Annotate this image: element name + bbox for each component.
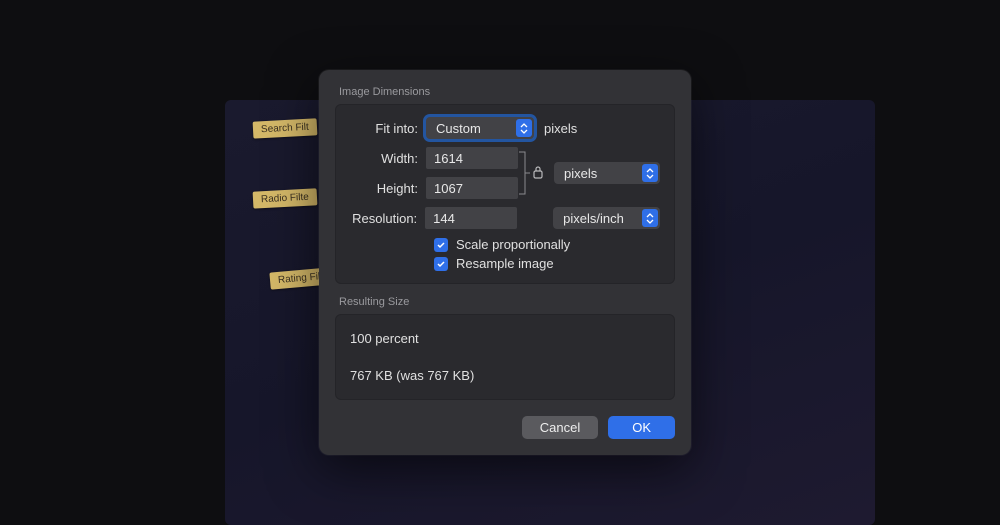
resolution-row: Resolution: pixels/inch bbox=[350, 207, 660, 229]
resolution-unit-value: pixels/inch bbox=[563, 211, 624, 226]
scale-proportionally-checkbox[interactable] bbox=[434, 238, 448, 252]
image-size-dialog: Image Dimensions Fit into: Custom pixels… bbox=[319, 70, 691, 455]
resolution-input[interactable] bbox=[425, 207, 517, 229]
resolution-unit-select[interactable]: pixels/inch bbox=[553, 207, 660, 229]
resample-image-label: Resample image bbox=[456, 256, 554, 271]
chevron-updown-icon bbox=[642, 164, 658, 182]
ok-button[interactable]: OK bbox=[608, 416, 675, 439]
fit-into-row: Fit into: Custom pixels bbox=[350, 117, 660, 139]
wh-unit-value: pixels bbox=[564, 166, 597, 181]
width-input[interactable] bbox=[426, 147, 518, 169]
chevron-updown-icon bbox=[642, 209, 658, 227]
result-percent: 100 percent bbox=[350, 331, 660, 346]
chevron-updown-icon bbox=[516, 119, 532, 137]
scale-proportionally-row: Scale proportionally bbox=[434, 237, 660, 252]
width-label: Width: bbox=[350, 151, 426, 166]
bg-tag: Radio Filte bbox=[253, 188, 318, 208]
dialog-footer: Cancel OK bbox=[335, 416, 675, 439]
resulting-size-title: Resulting Size bbox=[335, 296, 675, 308]
resulting-size-section: 100 percent 767 KB (was 767 KB) bbox=[335, 314, 675, 400]
scale-proportionally-label: Scale proportionally bbox=[456, 237, 570, 252]
link-bracket-icon bbox=[518, 149, 530, 197]
resample-image-row: Resample image bbox=[434, 256, 660, 271]
height-label: Height: bbox=[350, 181, 426, 196]
fit-into-label: Fit into: bbox=[350, 121, 426, 136]
dimensions-section: Fit into: Custom pixels Width: Height: bbox=[335, 104, 675, 284]
resolution-label: Resolution: bbox=[350, 211, 425, 226]
wh-unit-select[interactable]: pixels bbox=[554, 162, 660, 184]
lock-icon[interactable] bbox=[532, 165, 544, 182]
fit-into-value: Custom bbox=[436, 121, 481, 136]
height-input[interactable] bbox=[426, 177, 518, 199]
resample-image-checkbox[interactable] bbox=[434, 257, 448, 271]
result-filesize: 767 KB (was 767 KB) bbox=[350, 368, 660, 383]
fit-into-unit: pixels bbox=[544, 121, 577, 136]
dimensions-title: Image Dimensions bbox=[335, 86, 675, 98]
bg-tag: Search Filt bbox=[253, 118, 318, 138]
fit-into-select[interactable]: Custom bbox=[426, 117, 534, 139]
cancel-button[interactable]: Cancel bbox=[522, 416, 598, 439]
width-height-block: Width: Height: bbox=[350, 147, 660, 199]
